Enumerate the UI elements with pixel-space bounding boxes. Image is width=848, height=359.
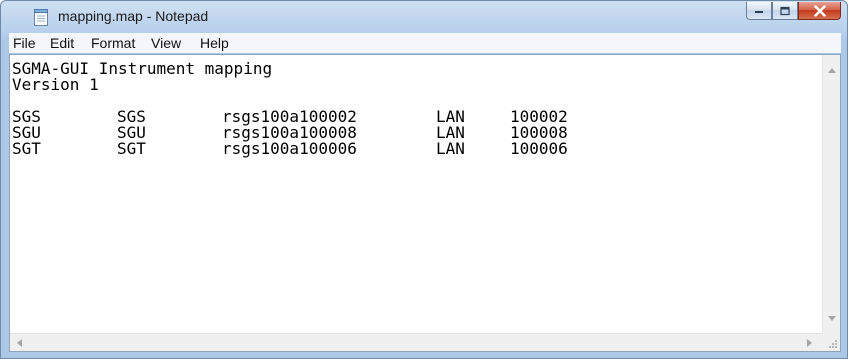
menu-file[interactable]: File [13, 34, 36, 52]
menu-view[interactable]: View [151, 34, 181, 52]
text-area[interactable]: SGMA-GUI Instrument mapping Version 1 SG… [10, 55, 822, 333]
notepad-icon[interactable] [34, 9, 48, 26]
caption-buttons [746, 2, 841, 22]
window-title: mapping.map - Notepad [58, 8, 209, 24]
text-editor[interactable]: SGMA-GUI Instrument mapping Version 1 SG… [9, 54, 841, 352]
menu-help[interactable]: Help [200, 34, 229, 52]
menu-edit[interactable]: Edit [50, 34, 74, 52]
scroll-up-arrow-icon[interactable] [828, 68, 836, 73]
row-3-col-3: rsgs100a100006 [222, 139, 357, 158]
minimize-icon [755, 10, 763, 13]
resize-grip-icon [829, 340, 837, 348]
menu-format[interactable]: Format [91, 34, 135, 52]
title-bar[interactable]: mapping.map - Notepad [1, 1, 847, 31]
close-button[interactable] [798, 2, 841, 20]
row-3-col-1: SGT [12, 139, 41, 158]
notepad-window: mapping.map - Notepad File Edit Format V… [0, 0, 848, 359]
close-icon [813, 5, 826, 16]
scroll-left-arrow-icon[interactable] [17, 339, 22, 347]
document-line-version: Version 1 [12, 75, 99, 94]
minimize-button[interactable] [746, 2, 772, 20]
row-3-col-5: 100006 [510, 139, 568, 158]
scroll-down-arrow-icon[interactable] [828, 316, 836, 321]
menu-bar: File Edit Format View Help [9, 33, 841, 53]
horizontal-scrollbar[interactable] [10, 333, 822, 351]
resize-grip[interactable] [822, 333, 840, 351]
vertical-scrollbar[interactable] [822, 55, 840, 333]
row-3-col-2: SGT [117, 139, 146, 158]
maximize-icon [780, 6, 790, 15]
maximize-button[interactable] [772, 2, 798, 20]
scroll-right-arrow-icon[interactable] [807, 339, 812, 347]
row-3-col-4: LAN [436, 139, 465, 158]
